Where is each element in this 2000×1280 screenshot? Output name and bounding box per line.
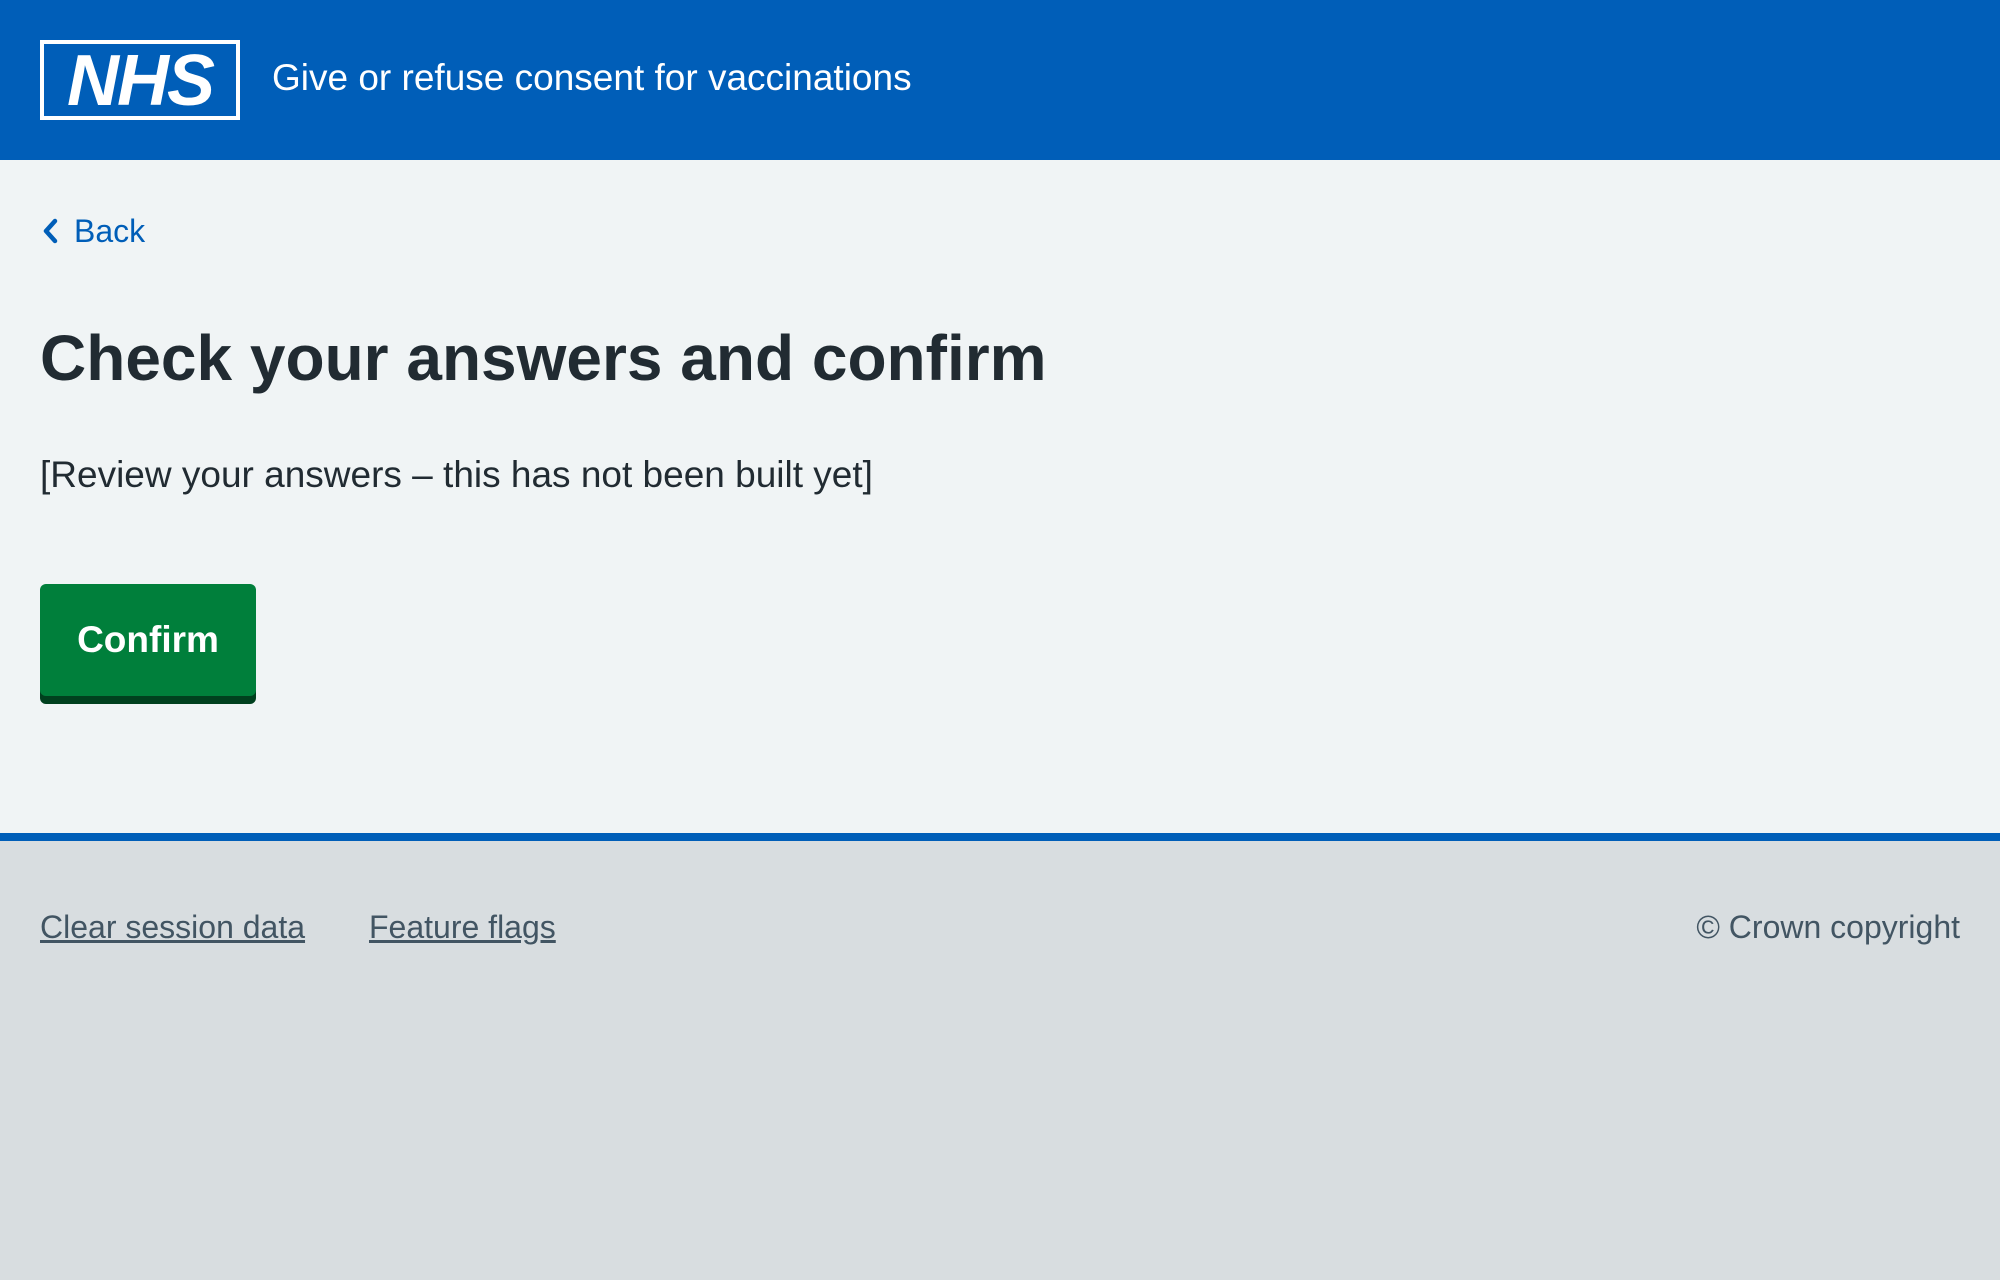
confirm-button[interactable]: Confirm bbox=[40, 584, 256, 696]
nhs-logo-graphic: NHS bbox=[40, 40, 240, 120]
page-title: Check your answers and confirm bbox=[40, 322, 1047, 394]
copyright-text: © Crown copyright bbox=[1696, 909, 1960, 945]
clear-session-data-link[interactable]: Clear session data bbox=[40, 906, 305, 948]
footer-divider bbox=[0, 833, 2000, 841]
chevron-left-icon bbox=[40, 216, 60, 246]
service-name[interactable]: Give or refuse consent for vaccinations bbox=[272, 55, 912, 101]
placeholder-text: [Review your answers – this has not been… bbox=[40, 454, 873, 495]
svg-text:NHS: NHS bbox=[67, 41, 215, 120]
nhs-logo[interactable]: NHS bbox=[40, 40, 240, 120]
back-link-label: Back bbox=[74, 212, 146, 249]
site-header: NHS Give or refuse consent for vaccinati… bbox=[0, 0, 2000, 160]
back-link[interactable]: Back bbox=[40, 208, 145, 254]
feature-flags-link[interactable]: Feature flags bbox=[369, 906, 556, 948]
